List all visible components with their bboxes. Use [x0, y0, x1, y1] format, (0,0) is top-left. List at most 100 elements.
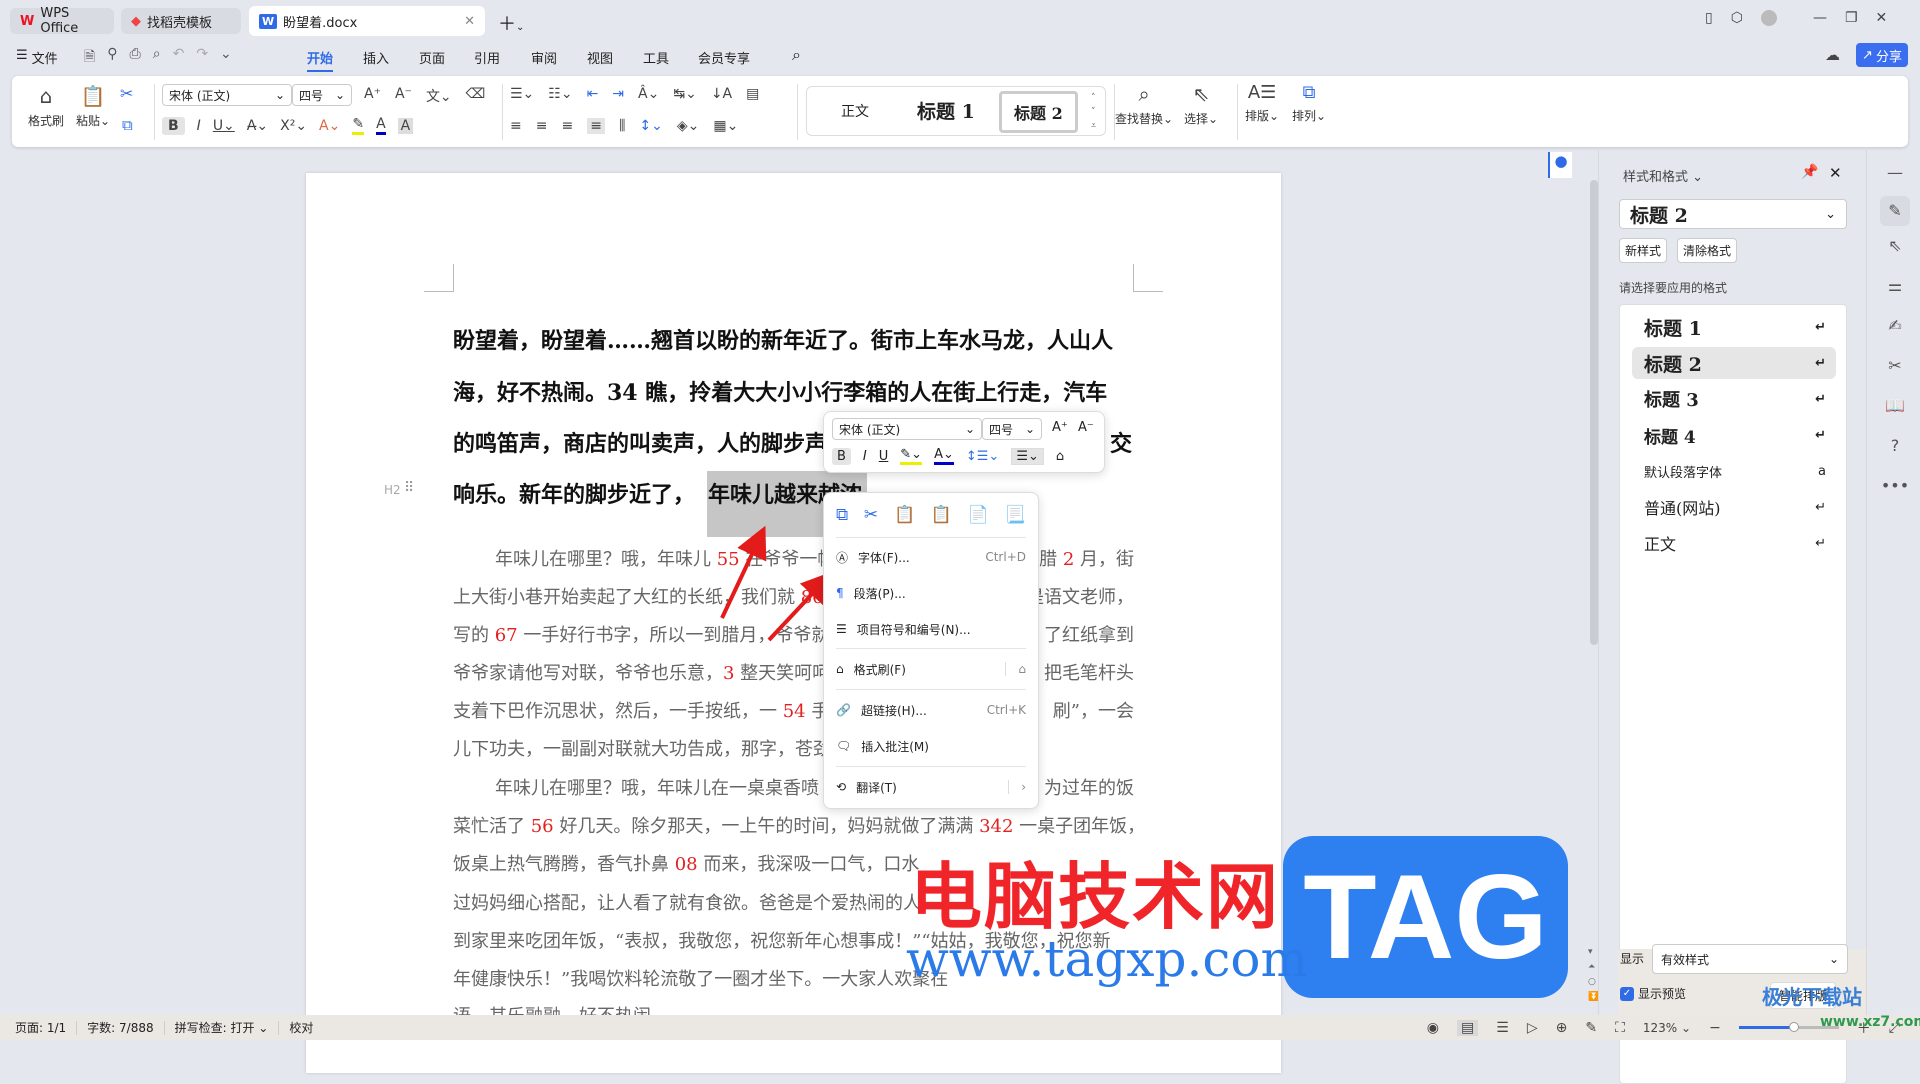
menu-tab-review[interactable]: 审阅 — [531, 48, 557, 67]
minimize-button[interactable]: — — [1813, 10, 1827, 26]
show-filter-select[interactable]: 有效样式 ⌄ — [1652, 944, 1848, 974]
justify-icon[interactable]: ≡ — [587, 118, 605, 134]
cut-icon[interactable]: ✂ — [120, 84, 133, 103]
arrange-button[interactable]: ⧉ 排列⌄ — [1292, 82, 1326, 124]
tab-docer[interactable]: ◆ 找稻壳模板 — [121, 8, 241, 34]
redo-icon[interactable]: ↷ — [196, 46, 208, 70]
tab-document[interactable]: W 盼望着.docx ✕ — [249, 6, 485, 36]
layout-button[interactable]: A☰ 排版⌄ — [1245, 82, 1279, 124]
sort-icon[interactable]: ↓A — [711, 86, 732, 102]
menu-tab-references[interactable]: 引用 — [474, 48, 500, 67]
body-line[interactable]: 爷爷家请他写对联，爷爷也乐意，3 整天笑呵呵 — [453, 659, 830, 685]
close-window-button[interactable]: ✕ — [1876, 10, 1888, 26]
body-line[interactable]: 儿下功夫，一副副对联就大功告成，那字，苍劲 — [453, 735, 831, 761]
style-list-item-selected[interactable]: 标题 2 ↵ — [1632, 347, 1836, 379]
decrease-indent-icon[interactable]: ⇤ — [587, 86, 599, 102]
show-preview-checkbox[interactable]: ✓ 显示预览 — [1620, 985, 1686, 1002]
paste-text-icon[interactable]: 📄 — [968, 505, 989, 525]
style-list-item[interactable]: 标题 4 ↵ — [1632, 419, 1836, 451]
body-line[interactable]: 上大街小巷开始卖起了大红的长纸，我们就 86 — [453, 583, 824, 609]
menu-tab-insert[interactable]: 插入 — [363, 48, 389, 67]
style-heading-2[interactable]: 标题 2 — [999, 91, 1078, 133]
drag-handle-icon[interactable]: ⠿ — [404, 480, 414, 496]
shading-icon[interactable]: ◈⌄ — [677, 118, 700, 134]
underline-button[interactable]: U — [879, 449, 889, 464]
new-style-button[interactable]: 新样式 — [1619, 238, 1668, 263]
body-line[interactable]: 年味儿在哪里？哦，年味儿在一桌桌香喷 — [495, 774, 819, 800]
font-color-button[interactable]: A⌄ — [934, 447, 954, 465]
numbering-icon[interactable]: ☷⌄ — [548, 86, 572, 102]
font-size-select[interactable]: 四号 ⌄ — [292, 84, 352, 106]
print-icon[interactable]: ⎙ — [130, 46, 141, 70]
align-center-icon[interactable]: ≡ — [536, 118, 548, 134]
distributed-icon[interactable]: ⫼ — [619, 118, 625, 134]
format-painter-button[interactable]: ⌂ 格式刷 — [28, 84, 64, 129]
format-painter-pin-icon[interactable]: ⌂ — [1005, 662, 1026, 676]
close-tab-icon[interactable]: ✕ — [464, 14, 475, 29]
mini-size-select[interactable]: 四号 ⌄ — [982, 418, 1042, 440]
body-line[interactable]: 过妈妈细心搭配，让人看了就有食欲。爸爸是个爱热闹的人， — [453, 889, 939, 915]
avatar[interactable] — [1760, 10, 1777, 26]
align-left-icon[interactable]: ≡ — [510, 118, 522, 134]
restore-button[interactable]: ❐ — [1845, 10, 1858, 26]
pin-icon[interactable]: 📌 — [1801, 164, 1818, 180]
menu-item-insert-comment[interactable]: 🗨 插入批注(M) — [836, 732, 1026, 760]
bullets-icon[interactable]: ☰⌄ — [510, 86, 534, 102]
vertical-scrollbar[interactable] — [1590, 180, 1598, 645]
menu-tab-home[interactable]: 开始 — [307, 48, 334, 72]
text-effect-button[interactable]: A⌄ — [319, 118, 340, 134]
menu-item-translate[interactable]: ⟲ 翻译(T) › — [836, 773, 1026, 801]
style-pen-icon[interactable]: ✎ — [1880, 196, 1910, 226]
body-line[interactable]: 饭桌上热气腾腾，香气扑鼻 08 而来，我深吸一口气，口水 — [453, 850, 919, 876]
web-view-icon[interactable]: ⊕ — [1556, 1020, 1568, 1036]
format-painter-icon[interactable]: ⌂ — [1056, 449, 1064, 464]
clear-format-icon[interactable]: ⌫ — [466, 86, 486, 106]
menu-item-format-painter[interactable]: ⌂ 格式刷(F) ⌂ — [836, 655, 1026, 683]
print-preview-icon[interactable]: ⌕ — [153, 46, 161, 70]
menu-item-hyperlink[interactable]: 🔗 超链接(H)... Ctrl+K — [836, 696, 1026, 724]
font-family-select[interactable]: 宋体 (正文) ⌄ — [162, 84, 292, 106]
menu-tab-member[interactable]: 会员专享 — [698, 48, 750, 67]
undo-icon[interactable]: ↶ — [173, 46, 185, 70]
style-list-item[interactable]: 标题 1 ↵ — [1632, 311, 1836, 343]
play-icon[interactable]: ▷ — [1527, 1020, 1538, 1036]
italic-button[interactable]: I — [197, 118, 201, 134]
style-list-item[interactable]: 标题 3 ↵ — [1632, 383, 1836, 415]
grow-font-icon[interactable]: A⁺ — [364, 86, 381, 106]
chevron-down-icon[interactable]: ⌄ — [220, 46, 232, 70]
body-line[interactable]: 支着下巴作沉思状，然后，一手按纸，一 54 手 — [453, 697, 829, 723]
menu-tab-page[interactable]: 页面 — [419, 48, 445, 67]
share-button[interactable]: ↗ 分享 — [1856, 43, 1908, 67]
link-icon[interactable]: ⚲ — [107, 46, 117, 70]
save-icon[interactable]: 🗎 — [84, 46, 95, 70]
phonetic-guide-icon[interactable]: 文⌄ — [426, 86, 452, 106]
cube-icon[interactable]: ⬡ — [1731, 10, 1743, 26]
underline-button[interactable]: U⌄ — [213, 118, 235, 134]
more-icon[interactable]: ••• — [1880, 476, 1910, 495]
zoom-level[interactable]: 123% ⌄ — [1643, 1021, 1691, 1035]
highlight-button[interactable]: ✎⌄ — [900, 447, 923, 465]
menu-item-font[interactable]: Ⓐ 字体(F)... Ctrl+D — [836, 543, 1026, 571]
menu-item-paragraph[interactable]: ¶ 段落(P)... — [836, 579, 1026, 607]
location-pin-icon[interactable]: ● — [1548, 152, 1572, 178]
select-button[interactable]: ⇖ 选择⌄ — [1184, 82, 1218, 127]
line-spacing-icon[interactable]: ↕⌄ — [639, 118, 662, 134]
heading-line[interactable]: 海，好不热闹。34 瞧，拎着大大小小行李箱的人在街上行走，汽车 — [453, 375, 1107, 407]
font-color-button[interactable]: A — [376, 116, 386, 135]
italic-button[interactable]: I — [863, 449, 867, 464]
body-line[interactable]: 年味儿在哪里？哦，年味儿 55 在爷爷一幅 — [495, 545, 835, 571]
shrink-font-icon[interactable]: A⁻ — [1078, 420, 1094, 435]
pen-icon[interactable]: ✎ — [1585, 1020, 1597, 1036]
cloud-sync-icon[interactable]: ☁ — [1825, 46, 1840, 64]
align-right-icon[interactable]: ≡ — [561, 118, 573, 134]
body-line[interactable]: 写的 67 一手好行书字，所以一到腊月，爷爷就 — [453, 621, 829, 647]
cut-icon[interactable]: ✂ — [864, 505, 878, 525]
search-icon[interactable]: ⌕ — [792, 45, 801, 65]
book-search-icon[interactable]: 📖 — [1880, 396, 1910, 415]
settings-sliders-icon[interactable]: ⚌ — [1880, 276, 1910, 295]
help-icon[interactable]: ? — [1880, 436, 1910, 455]
outline-view-icon[interactable]: ☰ — [1496, 1020, 1509, 1036]
copy-icon[interactable]: ⧉ — [122, 116, 133, 134]
reading-mode-icon[interactable]: ◉ — [1427, 1020, 1439, 1036]
bold-button[interactable]: B — [832, 447, 851, 465]
